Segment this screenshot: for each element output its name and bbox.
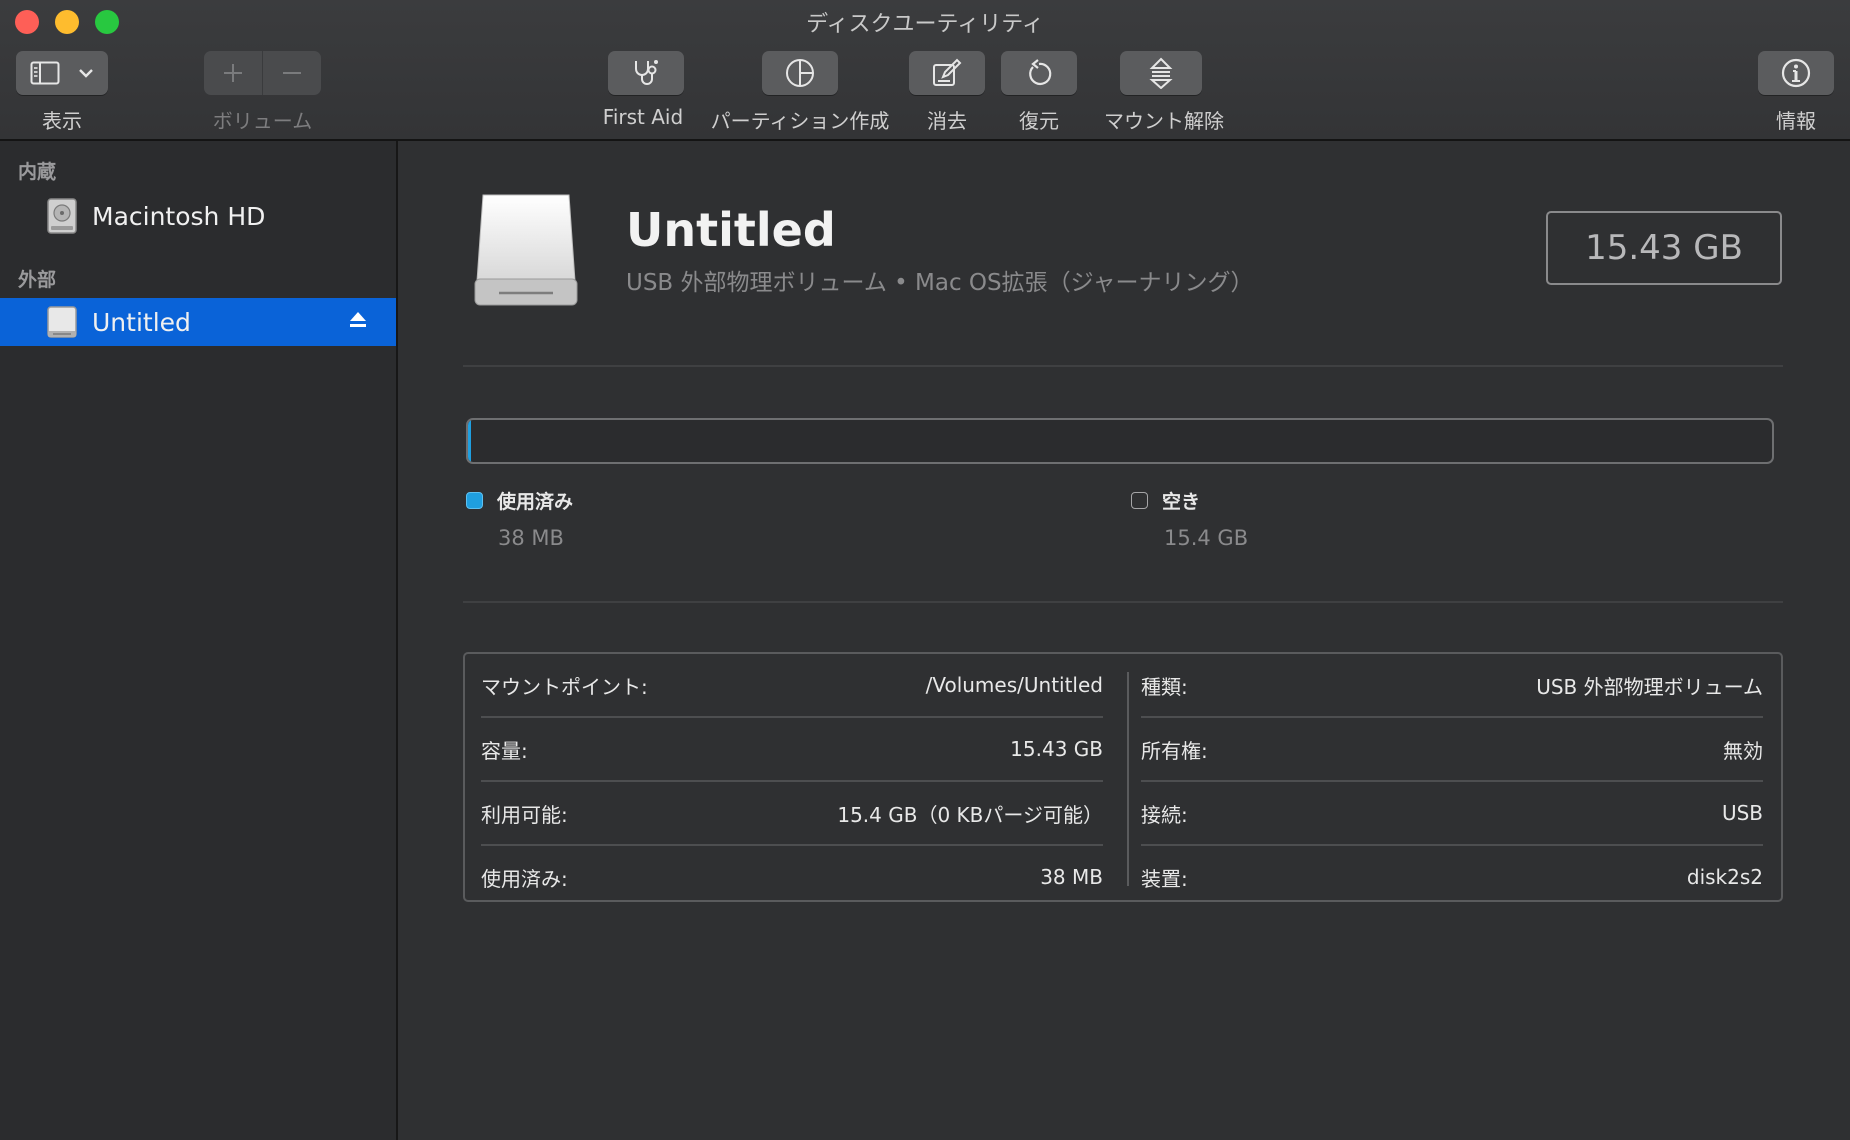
info-key: 種類: bbox=[1141, 674, 1188, 699]
divider bbox=[463, 365, 1783, 367]
info-key: 接続: bbox=[1141, 802, 1188, 827]
view-label: 表示 bbox=[42, 109, 82, 133]
unmount-button[interactable] bbox=[1120, 51, 1202, 95]
info-control: 情報 bbox=[1758, 51, 1834, 134]
plus-icon bbox=[222, 62, 244, 84]
sidebar-toggle-icon bbox=[30, 61, 60, 85]
column-separator bbox=[1127, 672, 1129, 886]
info-row-type: 種類: USB 外部物理ボリューム bbox=[1141, 654, 1763, 718]
used-legend-label: 使用済み bbox=[497, 491, 574, 513]
view-control: 表示 bbox=[16, 51, 108, 134]
view-button[interactable] bbox=[16, 51, 108, 95]
free-legend: 空き bbox=[1131, 487, 1200, 514]
restore-control: 復元 bbox=[1001, 51, 1077, 134]
first-aid-button[interactable] bbox=[608, 51, 684, 95]
info-row-capacity: 容量: 15.43 GB bbox=[481, 718, 1103, 782]
sidebar-item-untitled[interactable]: Untitled bbox=[0, 298, 396, 346]
info-row-used: 使用済み: 38 MB bbox=[481, 846, 1103, 908]
info-value: disk2s2 bbox=[1686, 865, 1763, 889]
info-key: 容量: bbox=[481, 738, 528, 763]
restore-label: 復元 bbox=[1019, 109, 1059, 133]
usage-bar bbox=[466, 418, 1774, 464]
used-swatch bbox=[466, 492, 483, 509]
divider bbox=[463, 601, 1783, 603]
main-panel: Untitled USB 外部物理ボリューム • Mac OS拡張（ジャーナリン… bbox=[398, 141, 1850, 1140]
first-aid-control: First Aid bbox=[603, 51, 684, 129]
unmount-label: マウント解除 bbox=[1104, 109, 1224, 133]
pie-chart-icon bbox=[784, 57, 816, 89]
info-value: 38 MB bbox=[1040, 865, 1103, 889]
partition-control: パーティション作成 bbox=[711, 51, 890, 134]
used-legend-value: 38 MB bbox=[498, 526, 564, 550]
section-label-internal: 内蔵 bbox=[18, 161, 57, 183]
info-row-available: 利用可能: 15.4 GB（0 KBパージ可能） bbox=[481, 782, 1103, 846]
internal-disk-icon bbox=[44, 196, 80, 236]
volume-drive-icon bbox=[471, 191, 581, 311]
sidebar-item-macintosh-hd[interactable]: Macintosh HD bbox=[0, 192, 396, 240]
unmount-icon bbox=[1148, 57, 1174, 89]
unmount-control: マウント解除 bbox=[1104, 51, 1224, 134]
volume-subtitle: USB 外部物理ボリューム • Mac OS拡張（ジャーナリング） bbox=[626, 270, 1254, 296]
info-key: マウントポイント: bbox=[481, 674, 648, 699]
sidebar-item-label: Untitled bbox=[92, 307, 191, 337]
info-column-left: マウントポイント: /Volumes/Untitled 容量: 15.43 GB… bbox=[481, 654, 1103, 908]
chevron-down-icon bbox=[78, 68, 94, 78]
info-key: 装置: bbox=[1141, 866, 1188, 891]
partition-button[interactable] bbox=[762, 51, 838, 95]
info-row-ownership: 所有権: 無効 bbox=[1141, 718, 1763, 782]
free-swatch bbox=[1131, 492, 1148, 509]
volume-size-box: 15.43 GB bbox=[1546, 211, 1782, 285]
remove-volume-button[interactable] bbox=[262, 51, 321, 95]
erase-label: 消去 bbox=[927, 109, 967, 133]
free-legend-value: 15.4 GB bbox=[1164, 526, 1249, 550]
info-row-connection: 接続: USB bbox=[1141, 782, 1763, 846]
volume-label: ボリューム bbox=[212, 109, 313, 133]
erase-control: 消去 bbox=[909, 51, 985, 134]
eject-icon[interactable] bbox=[348, 310, 368, 330]
erase-button[interactable] bbox=[909, 51, 985, 95]
first-aid-label: First Aid bbox=[602, 105, 684, 129]
toolbar: ディスクユーティリティ 表示 ボリューム First Aid パーティション作成… bbox=[0, 0, 1850, 141]
volume-control: ボリューム bbox=[204, 51, 321, 134]
partition-label: パーティション作成 bbox=[710, 109, 890, 133]
info-value: 15.43 GB bbox=[1010, 737, 1103, 761]
volume-segmented-control bbox=[204, 51, 321, 95]
info-value: 無効 bbox=[1723, 738, 1763, 763]
info-key: 所有権: bbox=[1141, 738, 1208, 763]
volume-title: Untitled bbox=[626, 203, 836, 257]
restore-arrow-icon bbox=[1024, 58, 1054, 88]
info-row-device: 装置: disk2s2 bbox=[1141, 846, 1763, 908]
used-legend: 使用済み bbox=[466, 487, 573, 514]
info-value: 15.4 GB（0 KBパージ可能） bbox=[837, 802, 1103, 827]
usage-bar-used-fill bbox=[468, 420, 472, 462]
stethoscope-icon bbox=[630, 58, 662, 88]
info-button[interactable] bbox=[1758, 51, 1834, 95]
disk-utility-window: ディスクユーティリティ 表示 ボリューム First Aid パーティション作成… bbox=[0, 0, 1850, 1140]
info-label: 情報 bbox=[1776, 109, 1816, 133]
sidebar-item-label: Macintosh HD bbox=[92, 201, 266, 231]
sidebar: 内蔵 Macintosh HD 外部 Untitled bbox=[0, 141, 398, 1140]
info-value: USB 外部物理ボリューム bbox=[1536, 674, 1763, 699]
window-title: ディスクユーティリティ bbox=[806, 12, 1044, 37]
free-legend-label: 空き bbox=[1162, 491, 1201, 513]
info-value: USB bbox=[1721, 801, 1763, 825]
external-disk-icon bbox=[44, 302, 80, 342]
info-column-right: 種類: USB 外部物理ボリューム 所有権: 無効 接続: USB 装置: di… bbox=[1141, 654, 1763, 908]
info-key: 使用済み: bbox=[481, 866, 568, 891]
info-table: マウントポイント: /Volumes/Untitled 容量: 15.43 GB… bbox=[463, 652, 1783, 902]
info-icon bbox=[1780, 57, 1812, 89]
info-row-mount-point: マウントポイント: /Volumes/Untitled bbox=[481, 654, 1103, 718]
restore-button[interactable] bbox=[1001, 51, 1077, 95]
section-label-external: 外部 bbox=[18, 269, 57, 291]
info-value: /Volumes/Untitled bbox=[925, 673, 1103, 697]
info-key: 利用可能: bbox=[481, 802, 568, 827]
erase-pencil-icon bbox=[931, 58, 963, 88]
minus-icon bbox=[281, 62, 303, 84]
add-volume-button[interactable] bbox=[204, 51, 262, 95]
